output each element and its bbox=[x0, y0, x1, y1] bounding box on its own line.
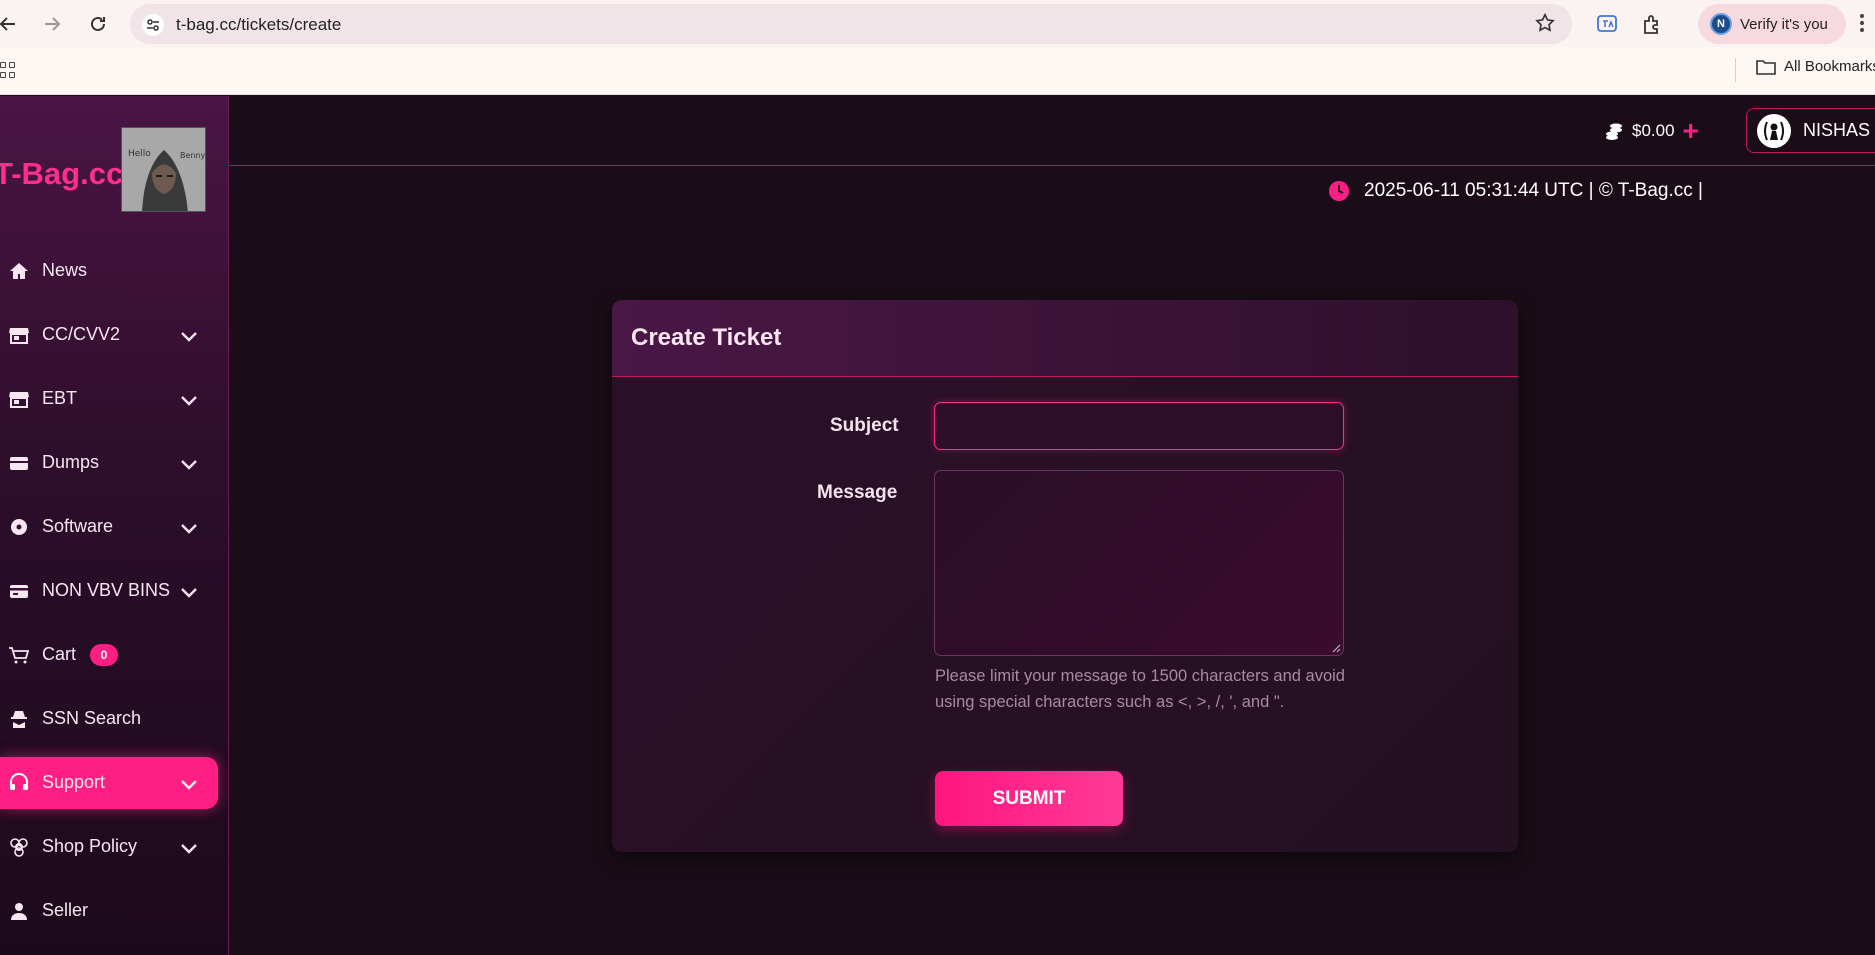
verify-identity-button[interactable]: N Verify it's you bbox=[1698, 4, 1846, 44]
disc-icon bbox=[8, 517, 30, 537]
timestamp-text: 2025-06-11 05:31:44 UTC | © T-Bag.cc | bbox=[1364, 180, 1703, 201]
sidebar-item-label: Seller bbox=[42, 900, 89, 920]
sidebar-item-support[interactable]: Support bbox=[0, 757, 218, 809]
sidebar-item-label: Dumps bbox=[42, 452, 100, 472]
back-arrow-icon[interactable] bbox=[0, 10, 22, 38]
user-avatar bbox=[1757, 113, 1791, 148]
chevron-down-icon[interactable] bbox=[180, 583, 198, 604]
sidebar-item-ebt[interactable]: EBT bbox=[0, 373, 218, 425]
sidebar-item-cart[interactable]: Cart 0 bbox=[0, 629, 218, 681]
subject-label: Subject bbox=[830, 415, 899, 436]
username: NISHAS bbox=[1803, 120, 1871, 140]
translate-extension-icon[interactable] bbox=[1595, 12, 1619, 36]
sidebar-item-cc-cvv2[interactable]: CC/CVV2 bbox=[0, 309, 218, 361]
brand-logo-text[interactable]: T-Bag.cc bbox=[0, 156, 123, 192]
card-title: Create Ticket bbox=[631, 324, 782, 351]
chevron-down-icon[interactable] bbox=[180, 519, 198, 540]
browser-menu-icon[interactable] bbox=[1860, 14, 1866, 32]
svg-text:Hello: Hello bbox=[128, 149, 151, 159]
extensions-puzzle-icon[interactable] bbox=[1640, 12, 1664, 36]
spy-icon bbox=[8, 709, 30, 729]
card-header: Create Ticket bbox=[612, 300, 1518, 377]
all-bookmarks-button[interactable]: All Bookmarks bbox=[1756, 58, 1875, 75]
coins-icon bbox=[1606, 123, 1622, 140]
profile-avatar: N bbox=[1710, 13, 1732, 35]
sidebar-item-software[interactable]: Software bbox=[0, 501, 218, 553]
apps-grid-icon[interactable] bbox=[0, 62, 16, 78]
cart-icon bbox=[8, 645, 30, 665]
bookmark-star-icon[interactable] bbox=[1534, 12, 1556, 39]
url-text[interactable]: t-bag.cc/tickets/create bbox=[176, 15, 341, 35]
sidebar-item-seller[interactable]: Seller bbox=[0, 885, 218, 937]
user-menu-button[interactable]: NISHAS bbox=[1746, 108, 1875, 153]
sidebar-item-label: EBT bbox=[42, 388, 78, 408]
brand-avatar-image: Hello Benny bbox=[121, 127, 206, 212]
address-bar[interactable]: t-bag.cc/tickets/create bbox=[130, 4, 1572, 44]
bookmarks-divider bbox=[1735, 58, 1736, 82]
site-settings-icon[interactable] bbox=[142, 14, 164, 36]
chevron-down-icon[interactable] bbox=[180, 455, 198, 476]
sidebar-item-label: SSN Search bbox=[42, 708, 142, 728]
sidebar-item-shop-policy[interactable]: Shop Policy bbox=[0, 821, 218, 873]
server-clock: 2025-06-11 05:31:44 UTC | © T-Bag.cc | bbox=[1328, 180, 1703, 202]
subject-input[interactable] bbox=[934, 402, 1344, 450]
sidebar-item-ssn-search[interactable]: SSN Search bbox=[0, 693, 218, 745]
verify-label: Verify it's you bbox=[1740, 15, 1828, 33]
message-label: Message bbox=[817, 482, 898, 503]
home-icon bbox=[8, 261, 30, 281]
bookmarks-bar bbox=[0, 47, 1875, 95]
chevron-down-icon[interactable] bbox=[180, 775, 198, 796]
chevron-down-icon[interactable] bbox=[180, 839, 198, 860]
sidebar-item-label: Cart bbox=[42, 644, 77, 664]
headset-icon bbox=[8, 773, 30, 793]
sidebar-item-label: Shop Policy bbox=[42, 836, 138, 856]
sidebar-item-label: News bbox=[42, 260, 88, 280]
sidebar-item-dumps[interactable]: Dumps bbox=[0, 437, 218, 489]
svg-text:Benny: Benny bbox=[180, 151, 206, 160]
add-funds-icon[interactable]: + bbox=[1683, 117, 1699, 145]
chevron-down-icon[interactable] bbox=[180, 391, 198, 412]
submit-button[interactable]: SUBMIT bbox=[935, 771, 1123, 826]
biohazard-icon bbox=[8, 837, 30, 857]
browser-toolbar: t-bag.cc/tickets/create N Verify it's yo… bbox=[0, 0, 1875, 47]
sidebar-item-non-vbv-bins[interactable]: NON VBV BINS bbox=[0, 565, 218, 617]
sidebar-item-news[interactable]: News bbox=[0, 245, 218, 297]
card-icon bbox=[8, 453, 30, 473]
credit-card-icon bbox=[8, 581, 30, 601]
reload-icon[interactable] bbox=[84, 10, 112, 38]
sidebar-item-label: NON VBV BINS bbox=[42, 580, 171, 600]
user-icon bbox=[8, 901, 30, 921]
clock-icon bbox=[1329, 181, 1349, 201]
sidebar-item-label: CC/CVV2 bbox=[42, 324, 121, 344]
all-bookmarks-label: All Bookmarks bbox=[1784, 58, 1875, 75]
message-textarea[interactable] bbox=[934, 470, 1344, 656]
sidebar-item-label: Software bbox=[42, 516, 114, 536]
folder-icon bbox=[1756, 59, 1776, 75]
cart-count-badge: 0 bbox=[90, 644, 118, 666]
store-icon bbox=[8, 325, 30, 345]
balance-amount: $0.00 bbox=[1632, 121, 1675, 140]
forward-arrow-icon[interactable] bbox=[38, 10, 66, 38]
chevron-down-icon[interactable] bbox=[180, 327, 198, 348]
store-icon bbox=[8, 389, 30, 409]
message-help-text: Please limit your message to 1500 charac… bbox=[935, 667, 1345, 711]
sidebar-item-label: Support bbox=[42, 772, 106, 792]
resize-handle-icon[interactable] bbox=[1331, 643, 1341, 653]
balance-widget[interactable]: $0.00 + bbox=[1604, 117, 1699, 145]
